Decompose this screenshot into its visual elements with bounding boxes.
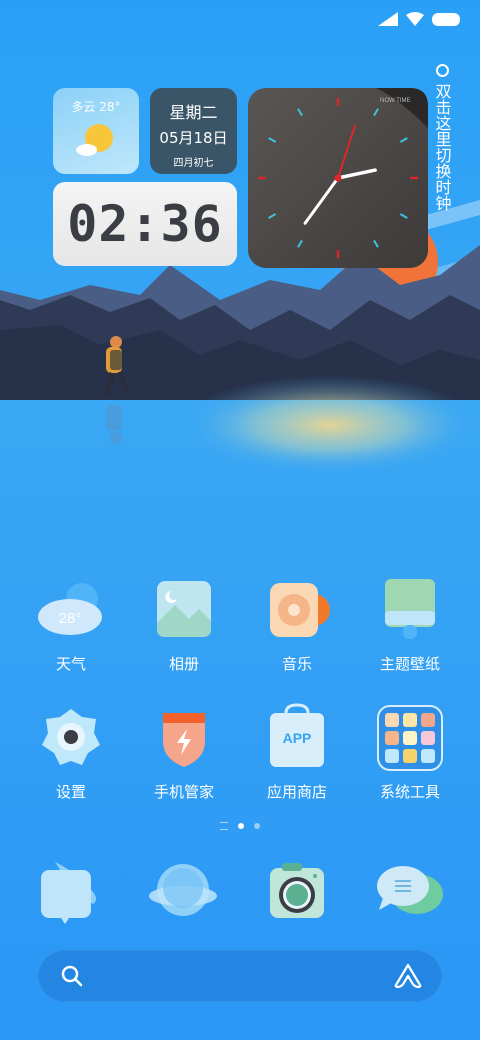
phone-icon <box>41 862 96 924</box>
page-dot[interactable] <box>254 823 260 829</box>
menu-lines-icon <box>220 822 228 830</box>
weather-summary: 多云 28° <box>71 100 121 114</box>
browser-icon <box>149 864 217 916</box>
digital-time: 02:36 <box>67 195 223 253</box>
assistant-icon[interactable] <box>394 963 422 989</box>
digital-time-widget[interactable]: 02:36 <box>53 182 237 266</box>
security-icon <box>163 713 205 767</box>
app-label: 手机管家 <box>153 783 214 801</box>
app-label: 主题壁纸 <box>379 655 440 673</box>
date-label: 05月18日 <box>159 129 228 147</box>
app-store[interactable]: APP 应用商店 <box>241 703 353 802</box>
app-label: 设置 <box>55 783 86 801</box>
gallery-icon <box>157 581 211 637</box>
app-label: 相册 <box>168 655 199 673</box>
page-indicator[interactable] <box>0 822 480 830</box>
app-label: 天气 <box>55 655 86 673</box>
page-dot-current[interactable] <box>238 823 244 829</box>
weather-widget[interactable]: 多云 28° <box>53 88 139 174</box>
battery-icon <box>432 12 460 26</box>
app-tools-folder[interactable]: 系统工具 <box>354 703 466 802</box>
app-label: 应用商店 <box>266 783 327 801</box>
themes-icon <box>385 579 435 639</box>
music-icon <box>270 583 330 637</box>
clock-center-dot <box>334 174 342 182</box>
app-themes[interactable]: 主题壁纸 <box>354 575 466 674</box>
wifi-icon <box>406 12 424 26</box>
app-security[interactable]: 手机管家 <box>128 703 240 802</box>
svg-text:28°: 28° <box>59 610 82 627</box>
dock-messages[interactable] <box>375 858 445 928</box>
signal-icon <box>378 12 398 26</box>
tools-folder-icon <box>377 705 443 771</box>
svg-text:APP: APP <box>283 730 312 746</box>
app-label: 音乐 <box>281 655 312 673</box>
app-gallery[interactable]: 相册 <box>128 575 240 674</box>
search-bar[interactable] <box>38 950 442 1002</box>
camera-icon <box>270 863 324 918</box>
app-label: 系统工具 <box>379 783 440 801</box>
clock-switch-hint-text: 双击这里切换时钟 <box>432 83 452 211</box>
search-icon[interactable] <box>60 964 84 988</box>
clock-brand-label: NOW TIME <box>380 98 411 104</box>
lunar-date-label: 四月初七 <box>173 158 214 169</box>
date-widget[interactable]: 星期二 05月18日 四月初七 <box>150 88 237 174</box>
app-store-icon: APP <box>270 703 324 767</box>
messages-icon <box>377 866 443 914</box>
app-weather[interactable]: 28° 天气 <box>15 575 127 674</box>
weekday-label: 星期二 <box>169 103 218 122</box>
dock-phone[interactable] <box>35 858 105 928</box>
dock-browser[interactable] <box>148 858 218 928</box>
dock-camera[interactable] <box>262 858 332 928</box>
partly-cloudy-icon <box>76 124 113 156</box>
settings-icon <box>42 709 100 765</box>
app-settings[interactable]: 设置 <box>15 703 127 802</box>
weather-icon: 28° <box>38 583 102 635</box>
status-bar <box>378 12 460 26</box>
clock-switch-hint[interactable]: 双击这里切换时钟 <box>432 64 452 211</box>
circle-icon <box>435 64 449 77</box>
analog-clock-widget[interactable]: NOW TIME <box>248 88 428 268</box>
app-music[interactable]: 音乐 <box>241 575 353 674</box>
